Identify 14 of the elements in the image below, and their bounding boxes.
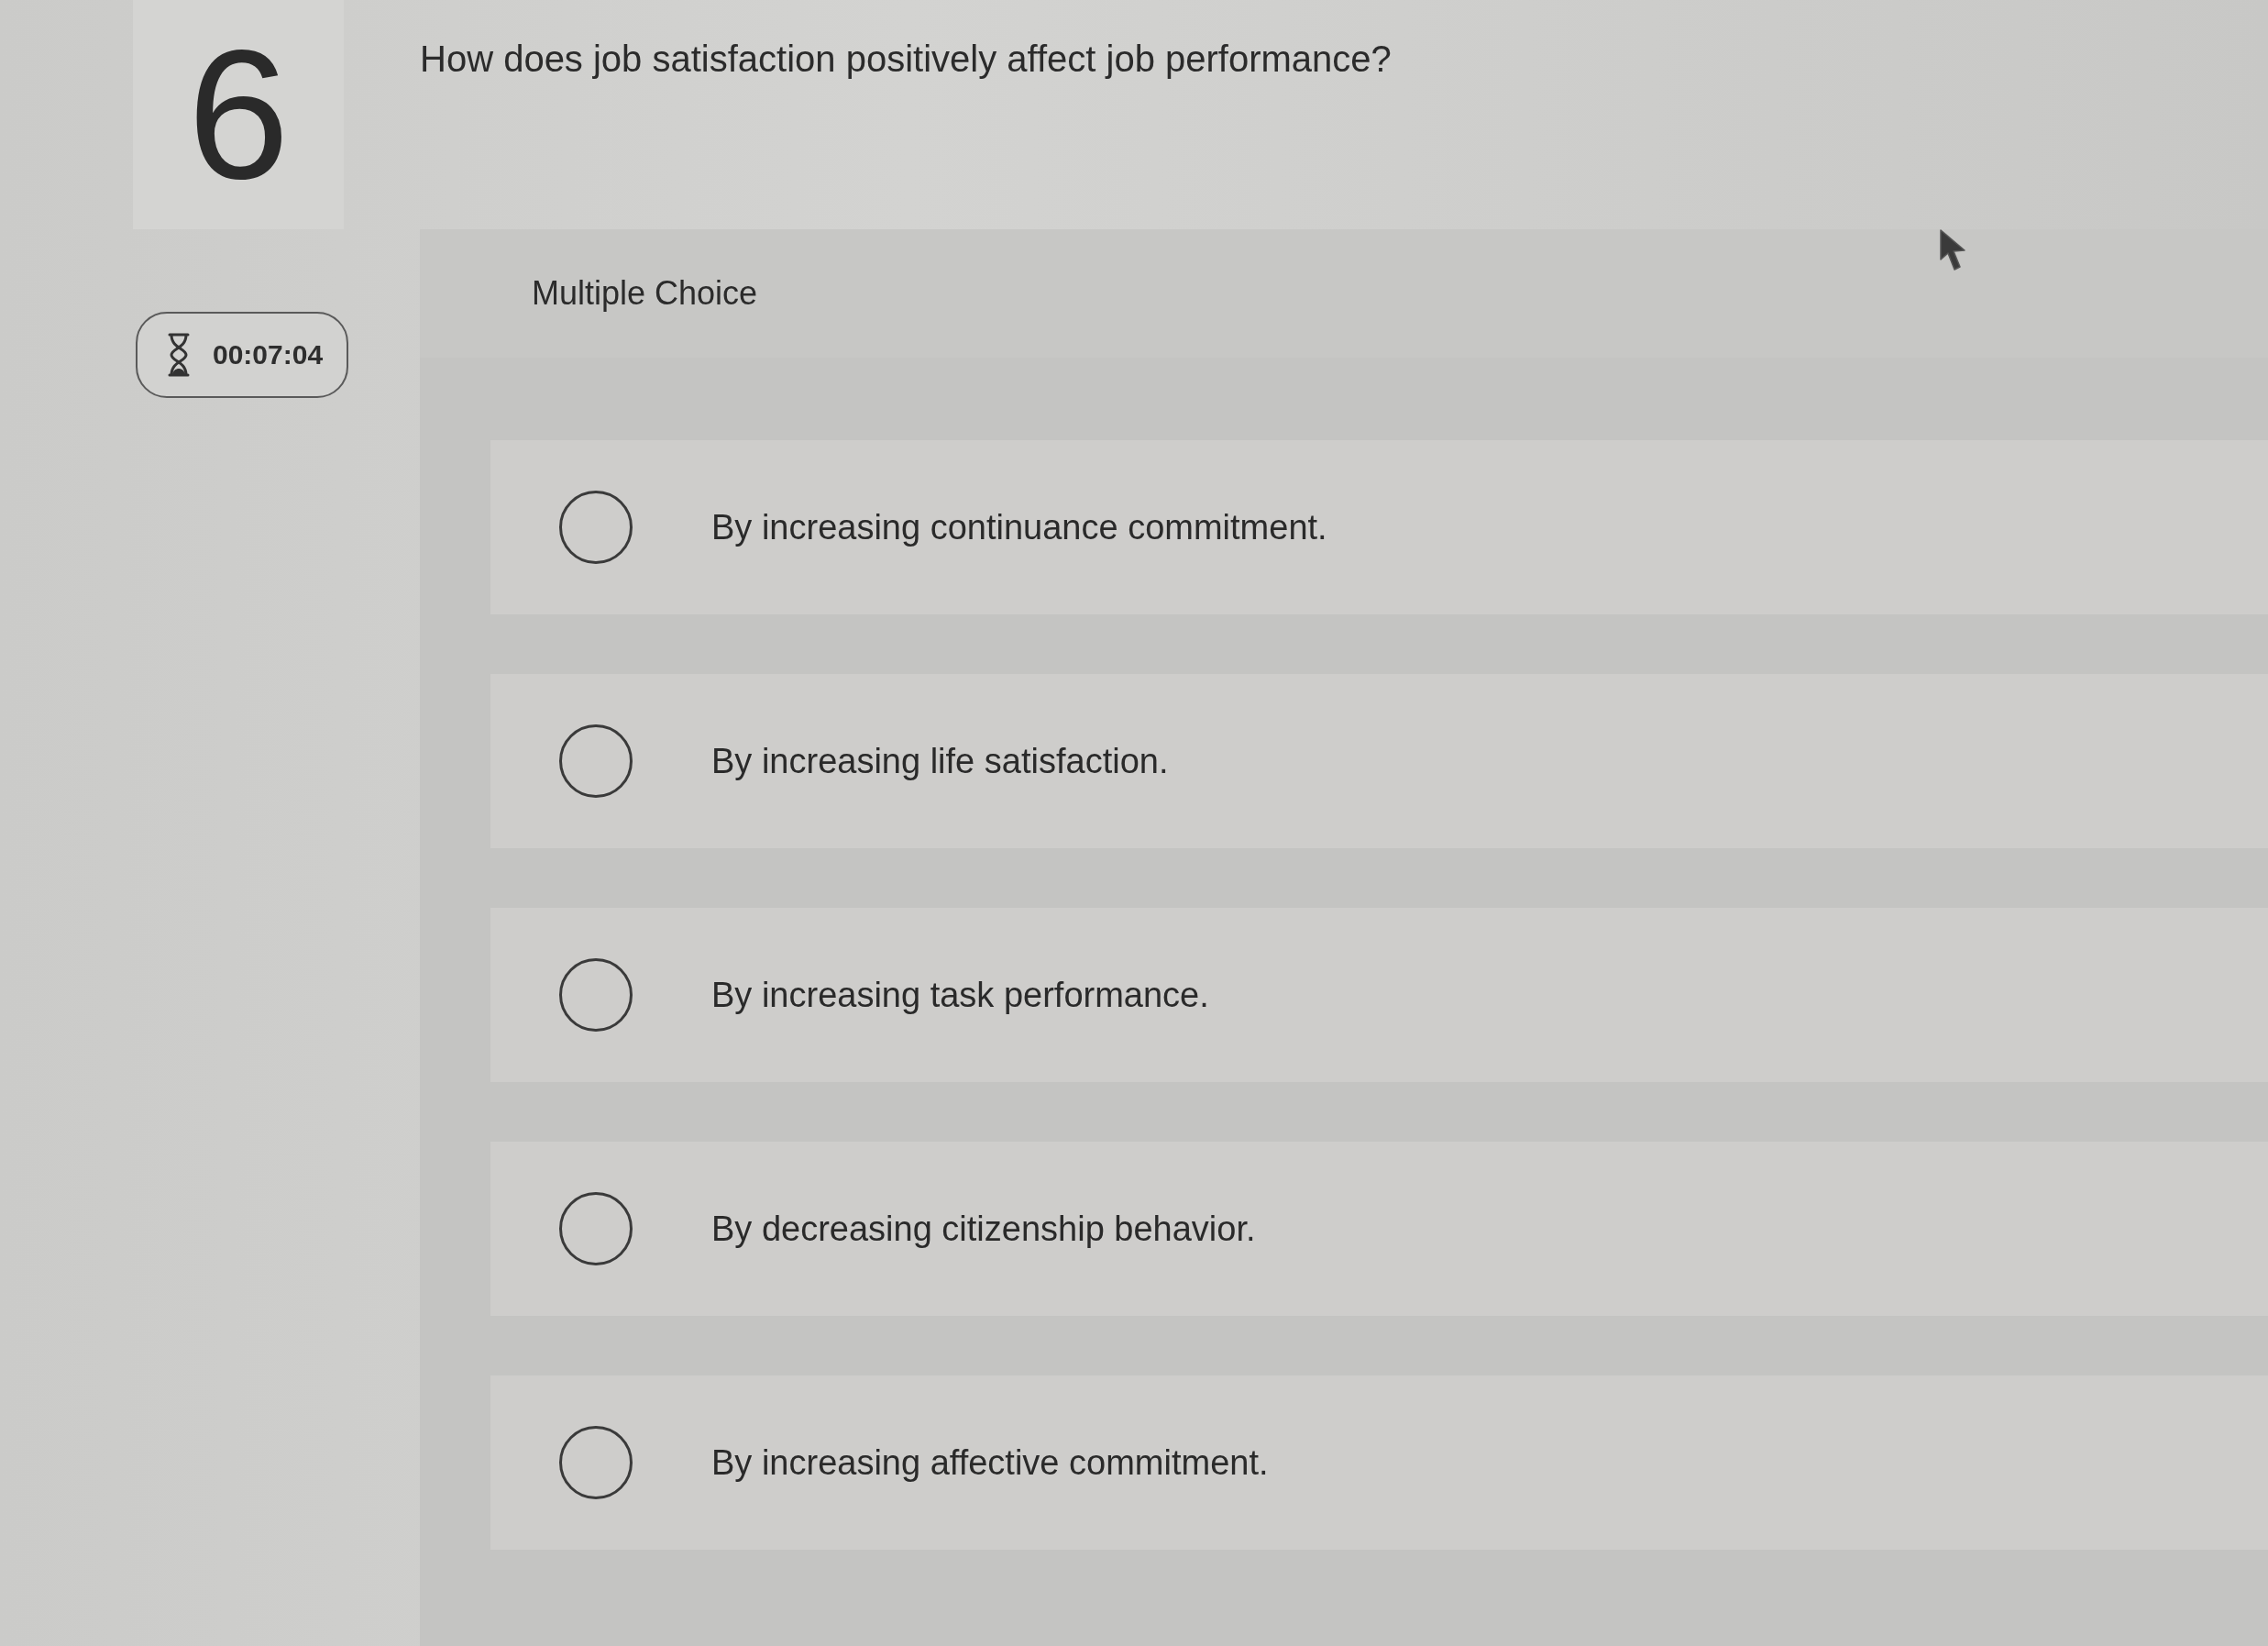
option-text[interactable]: By increasing task performance. bbox=[711, 975, 1209, 1015]
option-text[interactable]: By increasing life satisfaction. bbox=[711, 741, 1169, 781]
radio-button[interactable] bbox=[559, 1426, 633, 1499]
radio-button[interactable] bbox=[559, 1192, 633, 1265]
option-text[interactable]: By decreasing citizenship behavior. bbox=[711, 1209, 1256, 1249]
option-text[interactable]: By increasing affective commitment. bbox=[711, 1442, 1269, 1483]
radio-button[interactable] bbox=[559, 958, 633, 1032]
radio-button[interactable] bbox=[559, 724, 633, 798]
option-text[interactable]: By increasing continuance commitment. bbox=[711, 507, 1327, 547]
question-type-label: Multiple Choice bbox=[532, 274, 758, 313]
question-text: How does job satisfaction positively affect job performance? bbox=[420, 38, 1393, 81]
timer-text: 00:07:04 bbox=[213, 339, 324, 370]
question-number: 6 bbox=[187, 23, 290, 206]
radio-button[interactable] bbox=[559, 491, 633, 564]
